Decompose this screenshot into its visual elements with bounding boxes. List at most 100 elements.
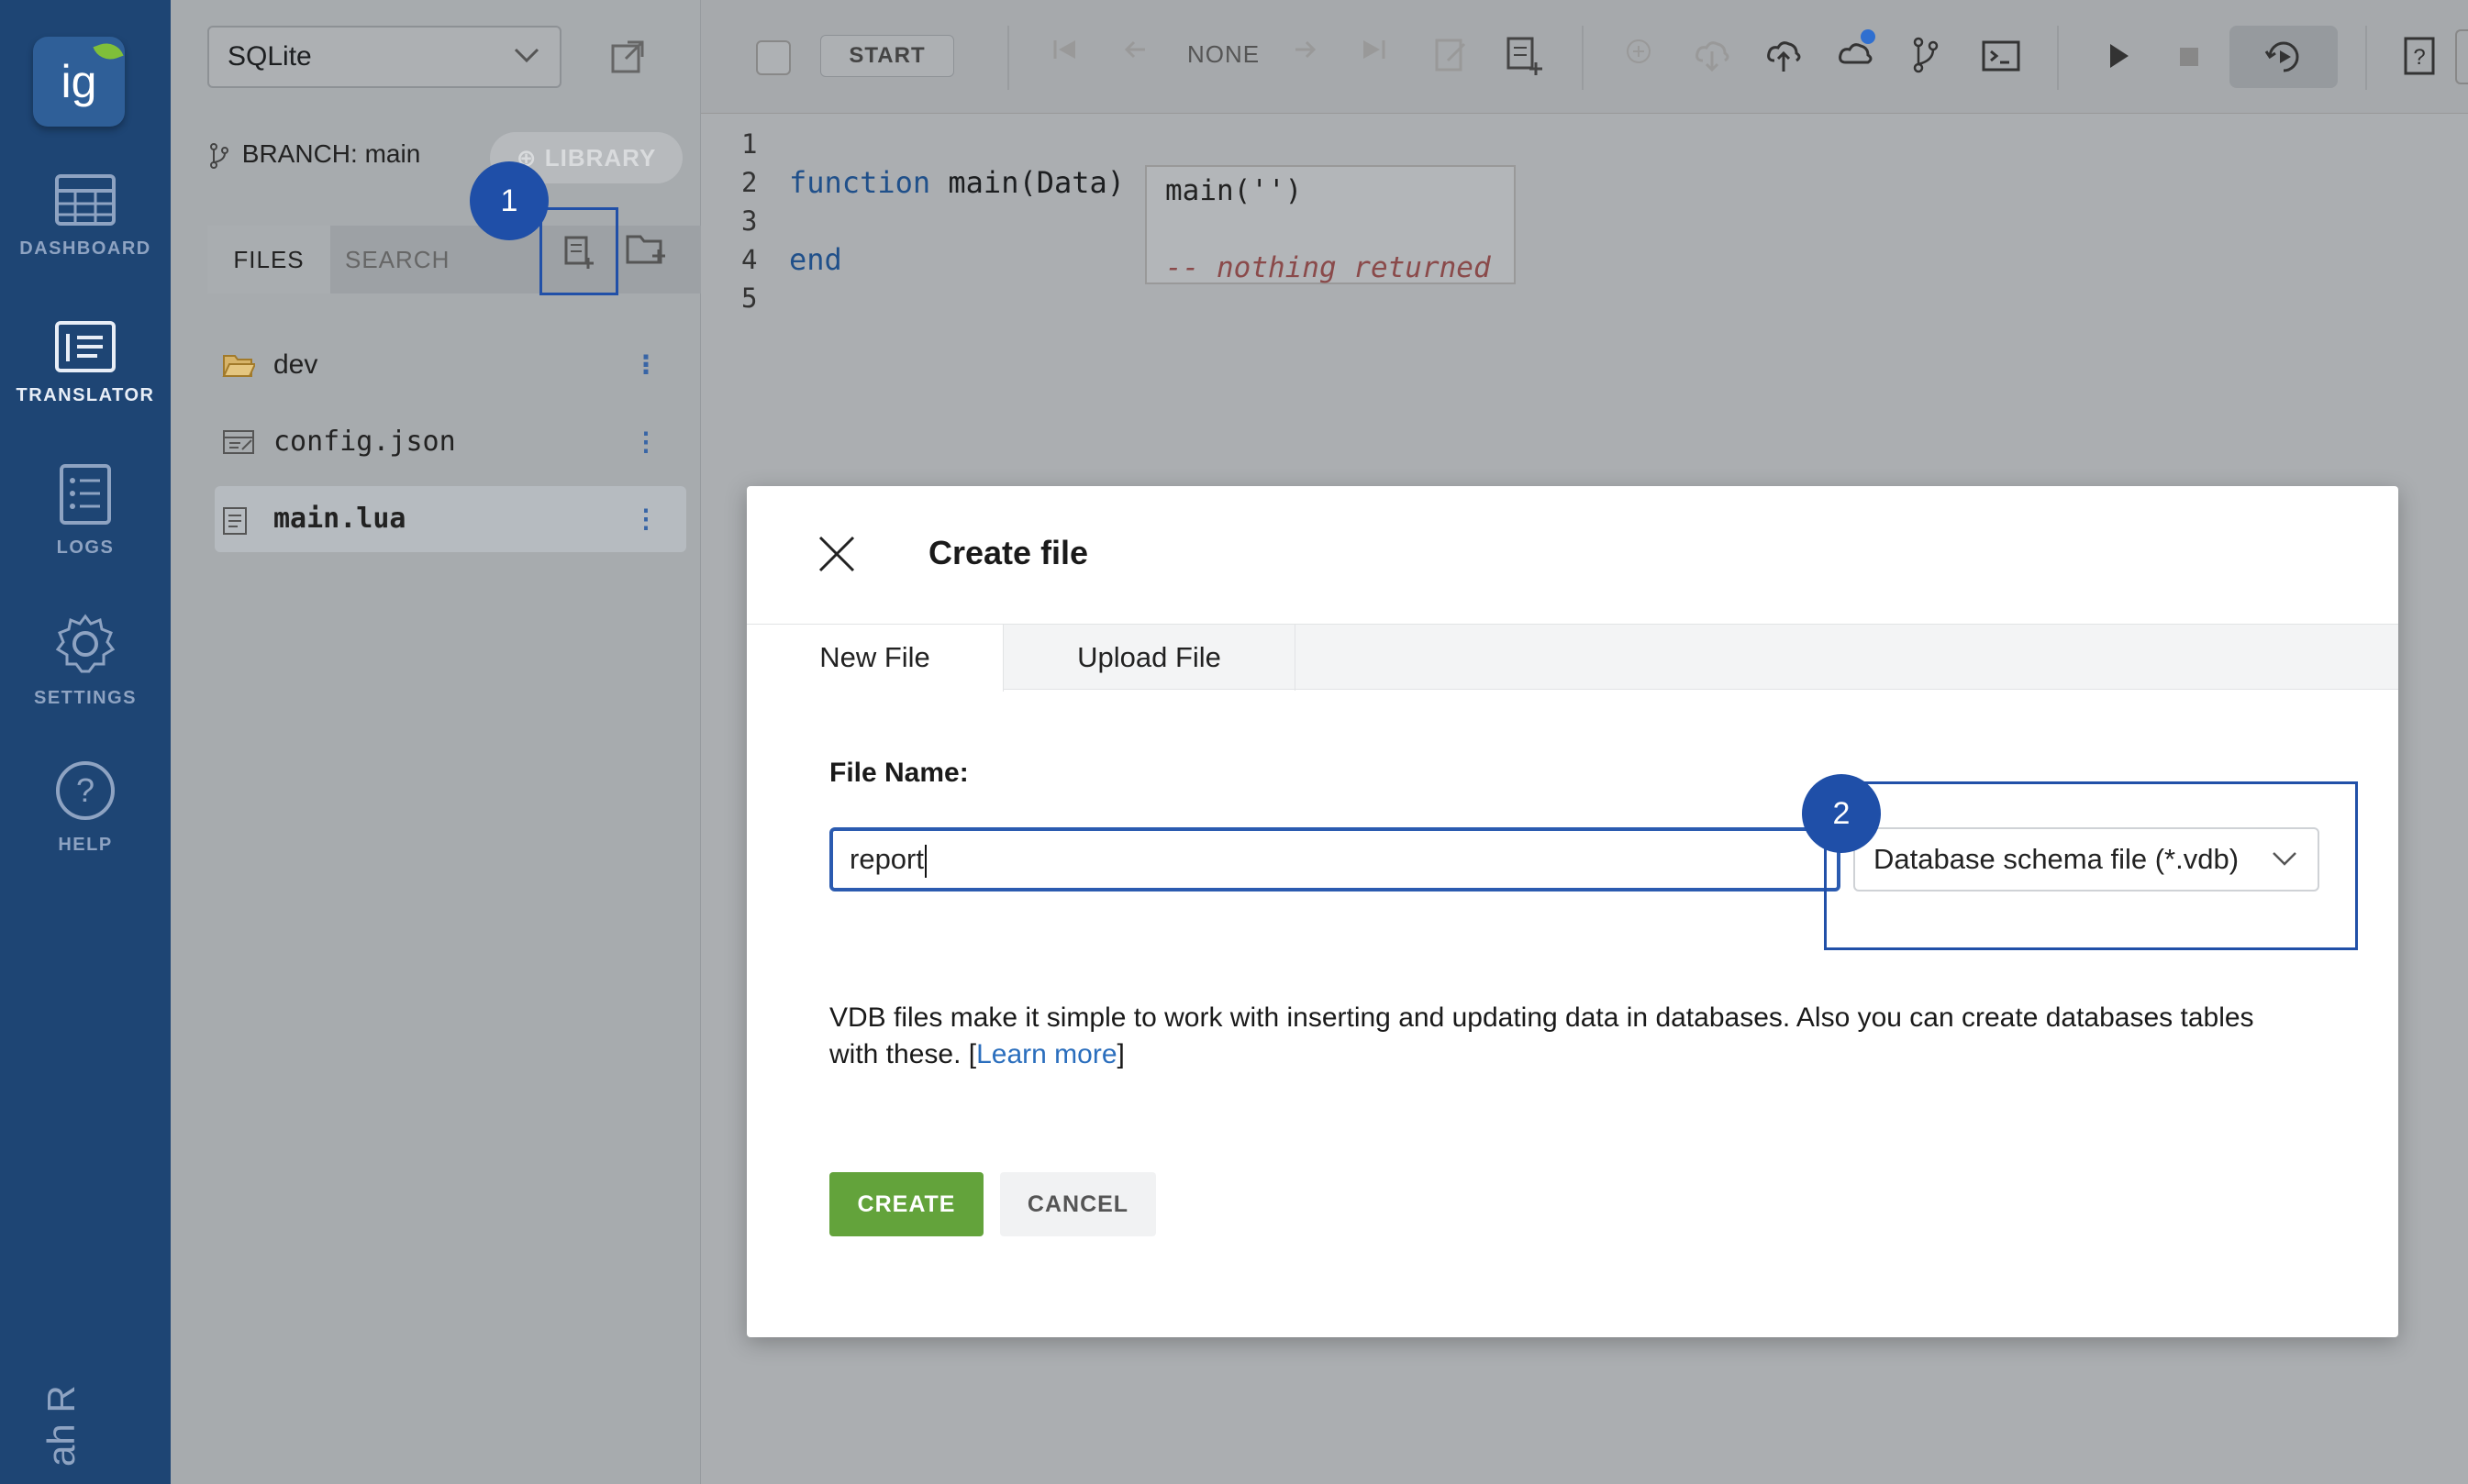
annotation-box[interactable]: main('') -- nothing returned [1145, 165, 1516, 284]
help-doc-icon[interactable]: ? [2404, 37, 2435, 75]
git-branch-icon[interactable] [1912, 37, 1940, 73]
learn-more-link[interactable]: Learn more [976, 1039, 1117, 1069]
user-name-vertical: ah R [39, 1385, 83, 1467]
file-panel: SQLite BRANCH: main ⊕ LIBRARY FILES SEAR… [171, 0, 701, 1484]
svg-text:?: ? [2413, 45, 2425, 70]
cloud-upload-icon[interactable] [1765, 37, 1802, 73]
line-number: 3 [741, 205, 758, 237]
nav-help[interactable]: ? HELP [0, 759, 171, 856]
terminal-icon[interactable] [1982, 40, 2020, 72]
folder-icon [222, 355, 255, 377]
app-logo[interactable]: ig [33, 37, 125, 127]
create-file-dialog: Create file New File Upload File File Na… [747, 486, 2398, 1337]
cloud-download-icon[interactable] [1694, 37, 1730, 73]
branch-icon [210, 142, 228, 169]
nav-logs[interactable]: LOGS [0, 464, 171, 559]
popout-icon[interactable] [611, 40, 644, 73]
nav-label: LOGS [56, 537, 115, 558]
chevron-down-icon [514, 48, 539, 63]
learn-more-bracket-open: [ [968, 1039, 977, 1069]
new-file-icon [564, 236, 594, 269]
nav-label: HELP [58, 835, 113, 855]
file-name: dev [273, 349, 318, 380]
file-name: config.json [273, 426, 456, 458]
file-row-dev[interactable]: dev ⋮ [215, 332, 686, 398]
left-nav: ig DASHBOARD TRANSLATOR LOGS SETTINGS ? … [0, 0, 171, 1484]
run-checkbox[interactable] [756, 40, 791, 75]
help-icon: ? [56, 761, 115, 820]
tab-new-file[interactable]: New File [747, 625, 1004, 692]
logo-leaf-icon [93, 38, 124, 65]
dialog-tabs: New File Upload File [747, 624, 2398, 692]
file-name: main.lua [273, 503, 406, 535]
last-icon[interactable] [1360, 37, 1387, 62]
file-type-value: Database schema file (*.vdb) [1873, 843, 2240, 875]
branch-label: BRANCH: [241, 139, 358, 168]
run-icon[interactable] [2107, 42, 2130, 70]
more-options-icon[interactable]: ⋮ [633, 332, 659, 398]
library-label: LIBRARY [544, 144, 657, 172]
step-marker-2: 2 [1802, 774, 1881, 853]
first-icon[interactable] [1051, 37, 1079, 62]
more-options-icon[interactable]: ⋮ [633, 409, 659, 475]
line-number: 4 [741, 244, 758, 275]
add-sample-icon[interactable] [1506, 37, 1543, 77]
annotation-result: -- nothing returned [1165, 251, 1491, 284]
keyword-function: function [789, 165, 931, 200]
more-options-icon[interactable]: ⋮ [633, 486, 659, 552]
tab-upload-file[interactable]: Upload File [1004, 625, 1295, 691]
database-select[interactable]: SQLite [207, 26, 561, 88]
start-button[interactable]: START [820, 35, 954, 77]
code-line-4: end [789, 242, 842, 277]
annotation-call: main('') [1165, 174, 1303, 207]
auto-run-button[interactable] [2229, 26, 2338, 88]
nav-dashboard[interactable]: DASHBOARD [0, 174, 171, 260]
code-text: main(Data) [930, 165, 1126, 200]
edit-sample-icon[interactable] [1435, 37, 1468, 73]
toolbar-overflow[interactable] [2455, 29, 2468, 84]
file-name-value: report [850, 843, 924, 875]
logs-icon [60, 464, 111, 525]
svg-text:?: ? [76, 771, 94, 809]
line-number: 2 [741, 167, 758, 198]
chevron-down-icon [2273, 852, 2296, 866]
new-file-button[interactable] [539, 207, 618, 295]
cancel-button[interactable]: CANCEL [1000, 1172, 1156, 1236]
nav-label: DASHBOARD [19, 238, 151, 259]
lua-file-icon [223, 507, 247, 535]
nav-label: SETTINGS [33, 688, 137, 708]
branch-value: main [364, 139, 421, 168]
dashboard-icon [55, 174, 116, 226]
tab-files[interactable]: FILES [207, 226, 330, 293]
nav-translator[interactable]: TRANSLATOR [0, 321, 171, 406]
file-name-input[interactable]: report [829, 827, 1840, 892]
text-caret [924, 844, 927, 878]
sample-data-selector[interactable]: NONE [1187, 40, 1260, 69]
file-row-main[interactable]: main.lua ⋮ [215, 486, 686, 552]
previous-icon[interactable] [1123, 37, 1149, 62]
gear-icon [55, 614, 116, 673]
logo-text: ig [61, 56, 97, 107]
tab-search[interactable]: SEARCH [345, 226, 450, 293]
line-number: 5 [741, 282, 758, 314]
auto-run-icon [2264, 41, 2299, 72]
json-file-icon [223, 430, 254, 454]
create-button[interactable]: CREATE [829, 1172, 984, 1236]
database-select-value: SQLite [228, 41, 312, 72]
add-component-icon[interactable] [1624, 37, 1653, 66]
line-number: 1 [741, 128, 758, 160]
file-type-description: VDB files make it simple to work with in… [829, 1000, 2261, 1073]
keyword-end: end [789, 242, 842, 277]
code-line-2: function main(Data) [789, 165, 1125, 200]
file-type-select[interactable]: Database schema file (*.vdb) [1853, 827, 2319, 892]
dialog-title: Create file [928, 534, 1089, 571]
file-row-config[interactable]: config.json ⋮ [215, 409, 686, 475]
next-icon[interactable] [1292, 37, 1317, 62]
translator-icon [55, 321, 116, 372]
new-folder-icon[interactable] [626, 231, 668, 266]
file-name-label: File Name: [829, 758, 969, 788]
cloud-sync-icon[interactable] [1837, 28, 1879, 70]
nav-settings[interactable]: SETTINGS [0, 613, 171, 709]
stop-icon[interactable] [2178, 46, 2200, 68]
close-icon[interactable] [817, 534, 857, 574]
